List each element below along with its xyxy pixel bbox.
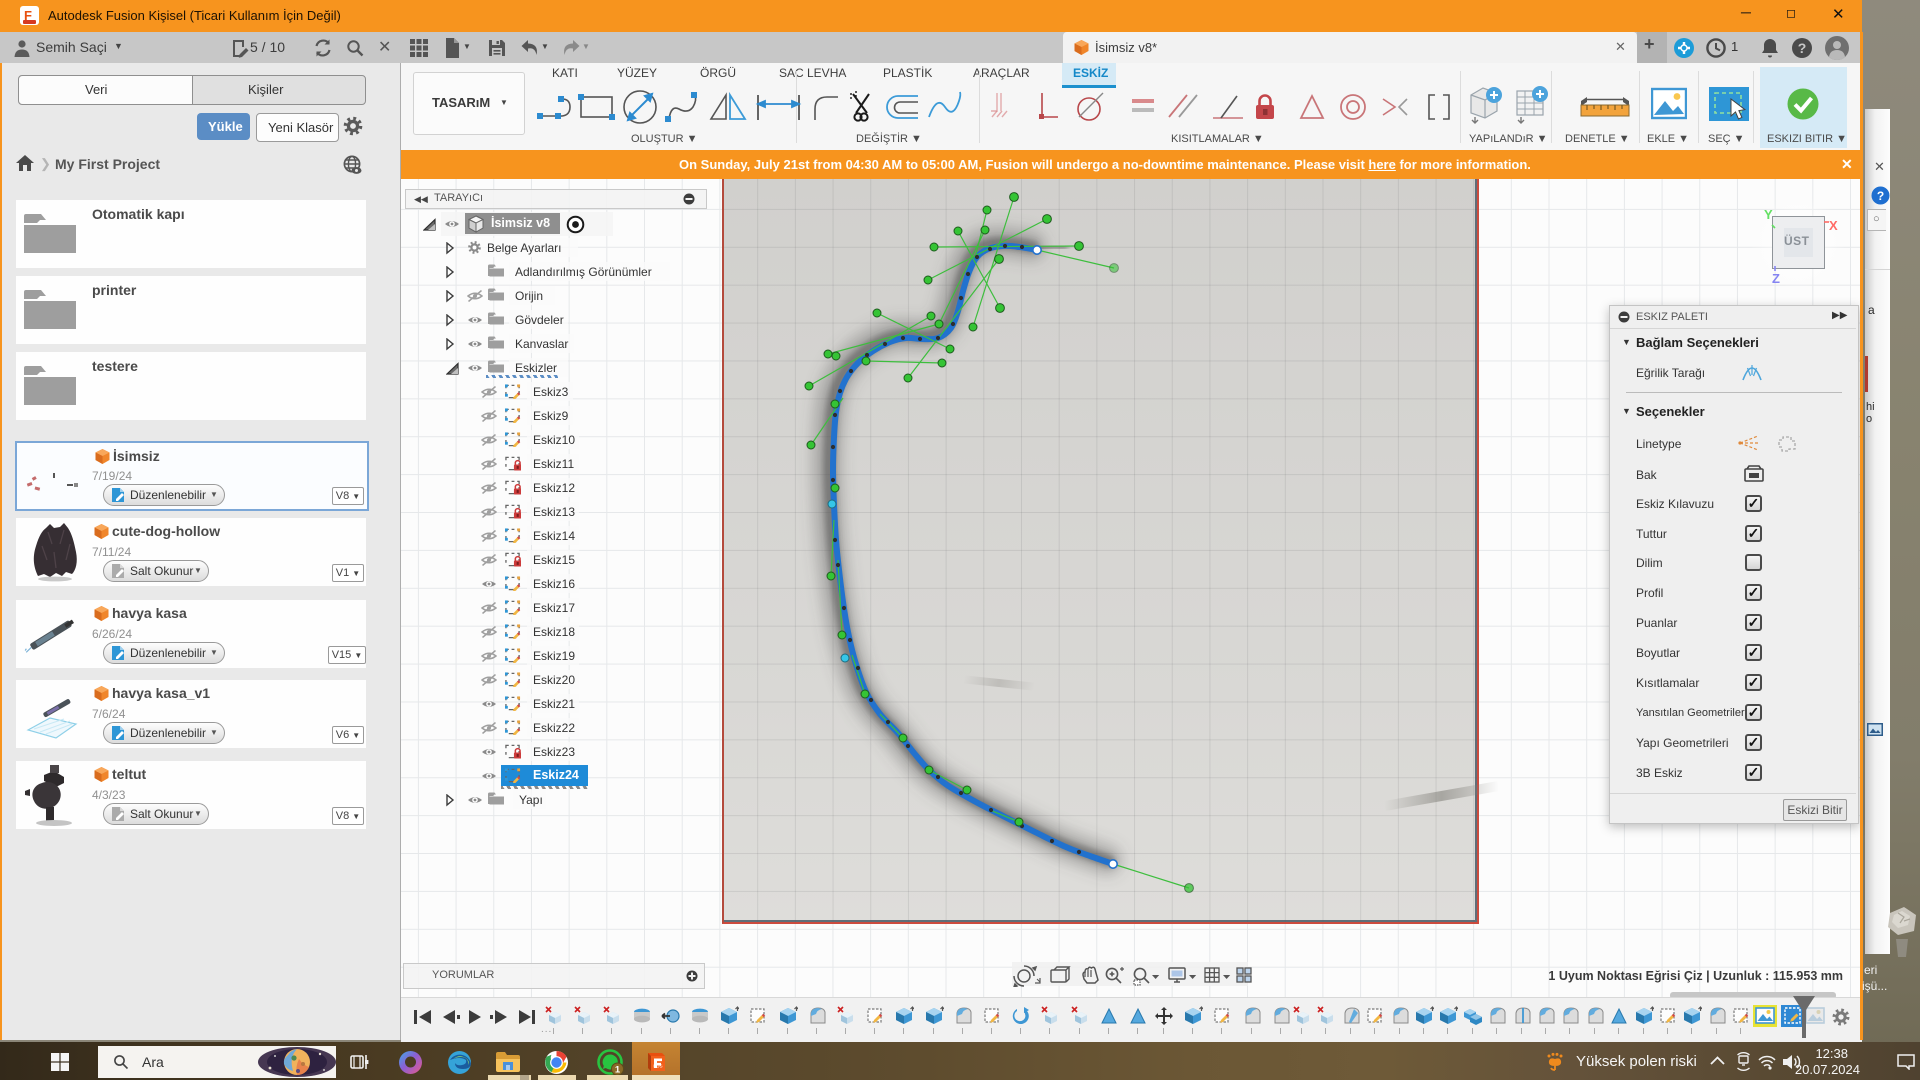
svg-text:1: 1	[615, 1064, 621, 1075]
svg-text:?: ?	[1798, 40, 1807, 56]
svg-text:FUS: FUS	[653, 1064, 662, 1069]
